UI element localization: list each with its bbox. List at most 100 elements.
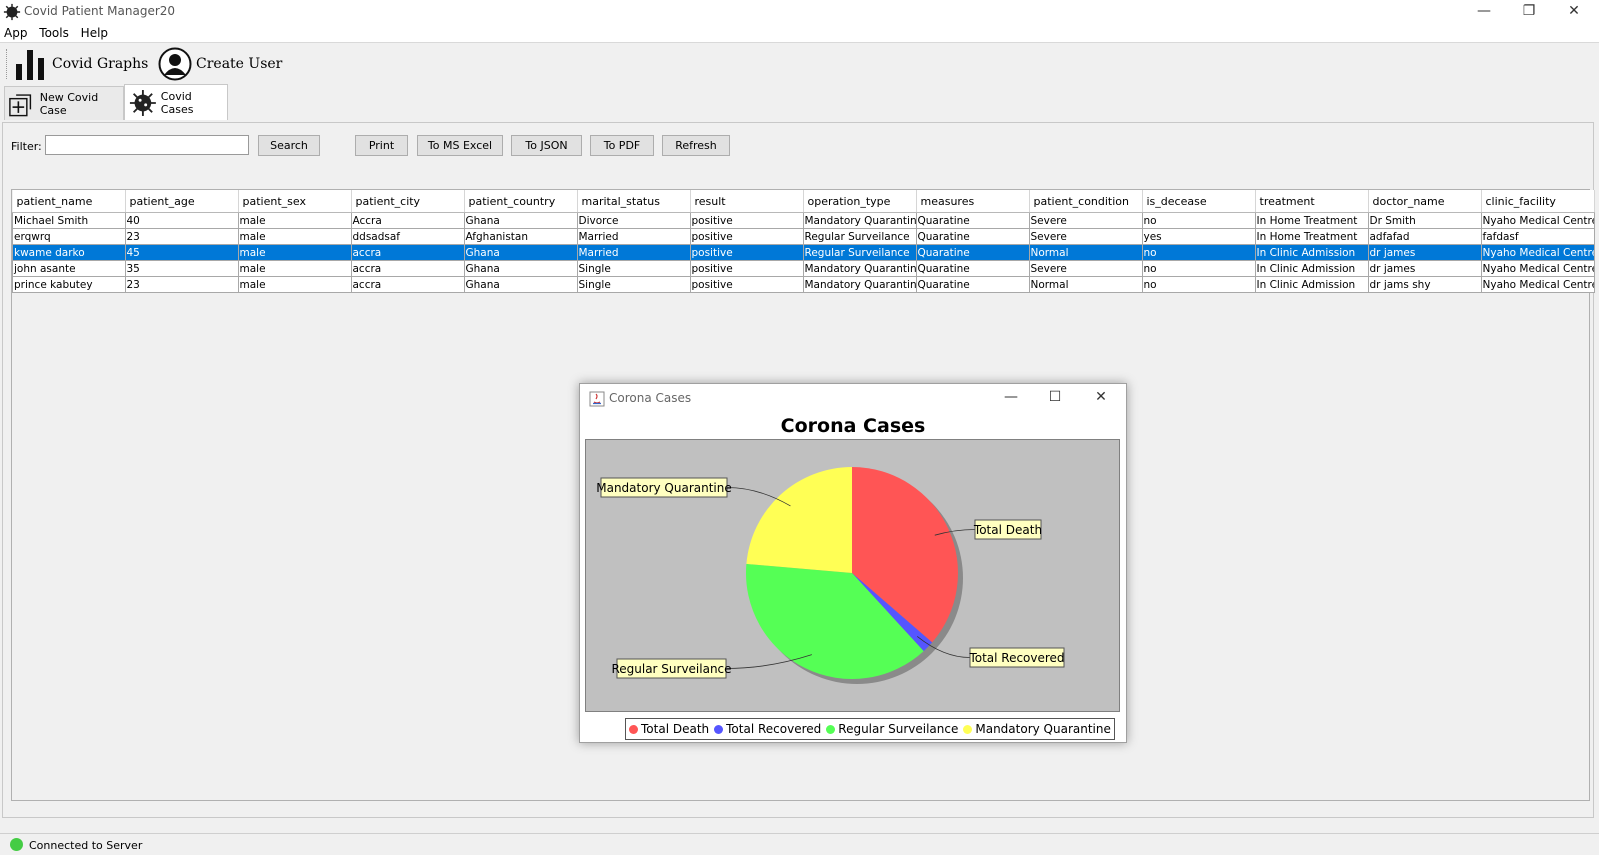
table-cell[interactable]: Michael Smith — [12, 212, 126, 229]
refresh-button[interactable]: Refresh — [662, 135, 730, 156]
chart-close-button[interactable]: ✕ — [1079, 386, 1123, 408]
chart-maximize-button[interactable]: ☐ — [1033, 386, 1077, 408]
pie-slice[interactable] — [746, 467, 852, 573]
table-cell[interactable]: male — [237, 244, 352, 261]
tab-new-covid-case[interactable]: New Covid Case — [4, 86, 124, 120]
table-cell[interactable]: yes — [1141, 228, 1256, 245]
table-cell[interactable]: In Clinic Admission — [1254, 244, 1369, 261]
table-cell[interactable]: 40 — [124, 212, 239, 229]
column-header[interactable]: patient_condition — [1029, 190, 1143, 213]
column-header[interactable]: operation_type — [803, 190, 917, 213]
table-cell[interactable]: 23 — [124, 228, 239, 245]
covid-graphs-button[interactable]: Covid Graphs — [14, 47, 148, 81]
table-cell[interactable]: Mandatory Quarantine — [802, 260, 917, 277]
table-cell[interactable]: no — [1141, 276, 1256, 293]
column-header[interactable]: patient_sex — [238, 190, 352, 213]
table-cell[interactable]: Quaratine — [915, 212, 1030, 229]
to-json-button[interactable]: To JSON — [511, 135, 582, 156]
table-cell[interactable]: Married — [576, 244, 691, 261]
table-cell[interactable]: Quaratine — [915, 228, 1030, 245]
table-cell[interactable]: male — [237, 276, 352, 293]
table-cell[interactable]: Severe — [1028, 212, 1143, 229]
column-header[interactable]: patient_name — [12, 190, 126, 213]
table-cell[interactable]: Nyaho Medical Centre — [1480, 260, 1595, 277]
table-cell[interactable]: Mandatory Quarantine — [802, 276, 917, 293]
column-header[interactable]: doctor_name — [1368, 190, 1482, 213]
close-button[interactable]: ✕ — [1552, 0, 1596, 24]
table-cell[interactable]: Mandatory Quarantine — [802, 212, 917, 229]
table-cell[interactable]: Quaratine — [915, 244, 1030, 261]
column-header[interactable]: treatment — [1255, 190, 1369, 213]
table-cell[interactable]: fafdasf — [1480, 228, 1595, 245]
table-cell[interactable]: dr james — [1367, 244, 1482, 261]
table-cell[interactable]: Severe — [1028, 260, 1143, 277]
table-row[interactable]: erqwrq 23 male ddsadsaf Afghanistan Married po… — [12, 228, 1595, 245]
menu-tools[interactable]: Tools — [35, 24, 73, 42]
table-cell[interactable]: dr jams shy — [1367, 276, 1482, 293]
table-cell[interactable]: Single — [576, 260, 691, 277]
column-header[interactable]: patient_age — [125, 190, 239, 213]
table-cell[interactable]: positive — [689, 260, 804, 277]
table-cell[interactable]: In Home Treatment — [1254, 228, 1369, 245]
table-cell[interactable]: Accra — [350, 212, 465, 229]
column-header[interactable]: measures — [916, 190, 1030, 213]
table-cell[interactable]: adfafad — [1367, 228, 1482, 245]
table-cell[interactable]: Regular Surveilance — [802, 244, 917, 261]
search-button[interactable]: Search — [258, 135, 320, 156]
column-header[interactable]: patient_city — [351, 190, 465, 213]
table-cell[interactable]: Afghanistan — [463, 228, 578, 245]
table-cell[interactable]: Normal — [1028, 244, 1143, 261]
table-cell[interactable]: Divorce — [576, 212, 691, 229]
table-cell[interactable]: male — [237, 212, 352, 229]
table-cell[interactable]: accra — [350, 276, 465, 293]
table-cell[interactable]: erqwrq — [12, 228, 126, 245]
table-row[interactable]: Michael Smith 40 male Accra Ghana Divorce posi… — [12, 212, 1595, 229]
table-cell[interactable]: ddsadsaf — [350, 228, 465, 245]
column-header[interactable]: marital_status — [577, 190, 691, 213]
column-header[interactable]: clinic_facility — [1481, 190, 1595, 213]
table-cell[interactable]: kwame darko — [12, 244, 126, 261]
chart-window-title-bar[interactable]: Corona Cases — ☐ ✕ — [580, 384, 1126, 412]
to-excel-button[interactable]: To MS Excel — [417, 135, 503, 156]
menu-help[interactable]: Help — [77, 24, 112, 42]
table-cell[interactable]: positive — [689, 212, 804, 229]
table-cell[interactable]: no — [1141, 260, 1256, 277]
table-cell[interactable]: positive — [689, 244, 804, 261]
to-pdf-button[interactable]: To PDF — [590, 135, 654, 156]
filter-input[interactable] — [45, 135, 249, 155]
column-header[interactable]: is_decease — [1142, 190, 1256, 213]
table-cell[interactable]: Single — [576, 276, 691, 293]
table-cell[interactable]: 35 — [124, 260, 239, 277]
table-cell[interactable]: In Clinic Admission — [1254, 260, 1369, 277]
maximize-button[interactable]: ❐ — [1507, 0, 1551, 24]
table-cell[interactable]: dr james — [1367, 260, 1482, 277]
table-cell[interactable]: 45 — [124, 244, 239, 261]
table-cell[interactable]: Regular Surveilance — [802, 228, 917, 245]
table-cell[interactable]: Nyaho Medical Centre — [1480, 212, 1595, 229]
toolbar-grip[interactable] — [6, 49, 10, 79]
table-cell[interactable]: 23 — [124, 276, 239, 293]
column-header[interactable]: patient_country — [464, 190, 578, 213]
create-user-button[interactable]: Create User — [158, 47, 282, 81]
table-cell[interactable]: positive — [689, 228, 804, 245]
table-cell[interactable]: no — [1141, 212, 1256, 229]
table-cell[interactable]: accra — [350, 260, 465, 277]
table-cell[interactable]: Normal — [1028, 276, 1143, 293]
table-cell[interactable]: Nyaho Medical Centre — [1480, 244, 1595, 261]
table-cell[interactable]: john asante — [12, 260, 126, 277]
table-cell[interactable]: Ghana — [463, 260, 578, 277]
table-cell[interactable]: In Home Treatment — [1254, 212, 1369, 229]
table-cell[interactable]: accra — [350, 244, 465, 261]
chart-minimize-button[interactable]: — — [989, 386, 1033, 408]
table-cell[interactable]: Nyaho Medical Centre — [1480, 276, 1595, 293]
minimize-button[interactable]: — — [1462, 0, 1506, 24]
table-cell[interactable]: Ghana — [463, 212, 578, 229]
table-cell[interactable]: no — [1141, 244, 1256, 261]
column-header[interactable]: result — [690, 190, 804, 213]
table-cell[interactable]: prince kabutey — [12, 276, 126, 293]
table-cell[interactable]: Married — [576, 228, 691, 245]
tab-covid-cases[interactable]: Covid Cases — [124, 84, 228, 120]
table-cell[interactable]: In Clinic Admission — [1254, 276, 1369, 293]
table-cell[interactable]: male — [237, 260, 352, 277]
table-cell[interactable]: Ghana — [463, 276, 578, 293]
